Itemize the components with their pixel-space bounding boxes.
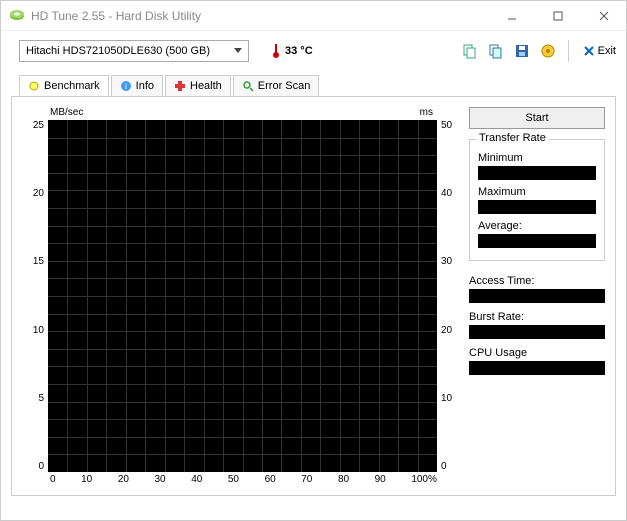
exit-button[interactable]: Exit [579, 43, 620, 59]
drive-select-value: Hitachi HDS721050DLE630 (500 GB) [26, 45, 210, 57]
toolbar: Hitachi HDS721050DLE630 (500 GB) 33 °C E… [1, 31, 626, 71]
svg-text:i: i [125, 82, 127, 91]
window-title: HD Tune 2.55 - Hard Disk Utility [31, 9, 498, 23]
y-right-label: ms [420, 107, 433, 118]
stat-label-access: Access Time: [469, 275, 605, 287]
transfer-rate-group: Transfer Rate Minimum Maximum Average: [469, 139, 605, 261]
start-button[interactable]: Start [469, 107, 605, 129]
tab-health[interactable]: Health [165, 75, 231, 96]
window-buttons [498, 6, 618, 26]
title-bar: HD Tune 2.55 - Hard Disk Utility [1, 1, 626, 31]
drive-select[interactable]: Hitachi HDS721050DLE630 (500 GB) [19, 40, 249, 62]
tab-content: MB/sec ms 2520151050 50403020100 0102030… [11, 96, 616, 496]
chart-plot [48, 120, 437, 472]
app-window: HD Tune 2.55 - Hard Disk Utility Hitachi… [0, 0, 627, 521]
stat-label-minimum: Minimum [478, 152, 596, 164]
stat-label-burst: Burst Rate: [469, 311, 605, 323]
stat-value-cpu [469, 361, 605, 375]
stat-label-average: Average: [478, 220, 596, 232]
exit-label: Exit [598, 45, 616, 57]
tab-bar: Benchmark i Info Health Error Scan [1, 71, 626, 96]
side-panel: Start Transfer Rate Minimum Maximum Aver… [469, 107, 605, 485]
stat-label-maximum: Maximum [478, 186, 596, 198]
tab-errorscan[interactable]: Error Scan [233, 75, 320, 96]
maximize-button[interactable] [544, 6, 572, 26]
stat-value-minimum [478, 166, 596, 180]
copy-screenshot-button[interactable] [486, 41, 506, 61]
search-icon [242, 80, 254, 92]
chart-body: 2520151050 50403020100 [22, 120, 461, 472]
toolbar-icons: Exit [460, 40, 620, 62]
save-button[interactable] [512, 41, 532, 61]
options-button[interactable] [538, 41, 558, 61]
stat-value-average [478, 234, 596, 248]
group-title: Transfer Rate [476, 132, 549, 144]
tab-label: Benchmark [44, 80, 100, 92]
tab-label: Info [136, 80, 154, 92]
stat-value-access [469, 289, 605, 303]
app-icon [9, 8, 25, 24]
chart-area: MB/sec ms 2520151050 50403020100 0102030… [22, 107, 461, 485]
y-left-label: MB/sec [50, 107, 83, 118]
y-axis-right: 50403020100 [437, 120, 461, 472]
minimize-button[interactable] [498, 6, 526, 26]
tab-info[interactable]: i Info [111, 75, 163, 96]
chart-axis-labels: MB/sec ms [22, 107, 461, 120]
tab-benchmark[interactable]: Benchmark [19, 75, 109, 96]
benchmark-icon [28, 80, 40, 92]
copy-info-button[interactable] [460, 41, 480, 61]
tab-label: Health [190, 80, 222, 92]
temperature-display: 33 °C [271, 43, 313, 59]
toolbar-separator [568, 40, 569, 62]
stat-value-burst [469, 325, 605, 339]
temperature-value: 33 °C [285, 45, 313, 57]
health-icon [174, 80, 186, 92]
y-axis-left: 2520151050 [22, 120, 48, 472]
stat-value-maximum [478, 200, 596, 214]
tab-label: Error Scan [258, 80, 311, 92]
chevron-down-icon [234, 48, 242, 54]
thermometer-icon [271, 43, 281, 59]
close-button[interactable] [590, 6, 618, 26]
stat-label-cpu: CPU Usage [469, 347, 605, 359]
info-icon: i [120, 80, 132, 92]
exit-icon [583, 45, 595, 57]
x-axis: 0102030405060708090100% [22, 472, 437, 485]
